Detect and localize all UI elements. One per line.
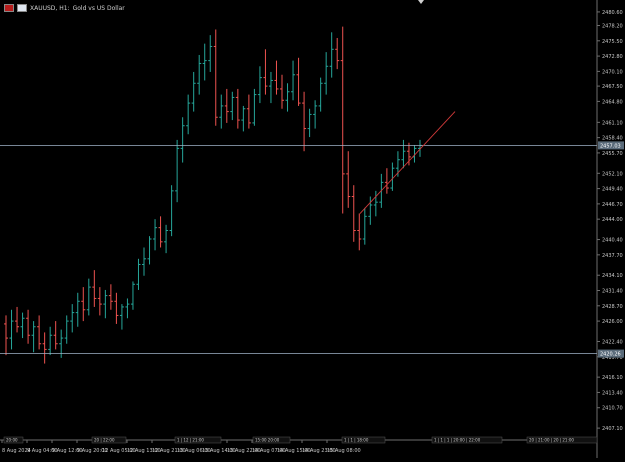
price-tick-label: 2461.10: [602, 120, 623, 126]
price-tick-label: 2475.50: [602, 39, 623, 45]
price-tick-label: 2444.00: [602, 217, 623, 223]
period-marker-label: 1 | 12 | 21:00: [177, 438, 204, 443]
price-tick-label: 2440.40: [602, 238, 623, 244]
time-tick-label: 15 Aug 08:00: [327, 448, 361, 454]
price-tick-label: 2467.50: [602, 84, 623, 90]
price-tick-label: 2428.70: [602, 304, 623, 310]
horizontal-line-label: 2420.26: [600, 352, 621, 358]
price-chart[interactable]: 2480.60 2478.20 2475.50 2472.80 2470.10 2467.…: [0, 0, 625, 458]
price-tick-label: 2416.10: [602, 375, 623, 381]
currency-flag-icon: [17, 4, 27, 12]
price-tick-label: 2455.70: [602, 151, 623, 157]
period-marker-label: 15:00 20:00: [255, 438, 280, 443]
price-tick-label: 2437.70: [602, 253, 623, 259]
price-tick-label: 2431.40: [602, 289, 623, 295]
symbol-description: Gold vs US Dollar: [72, 4, 125, 12]
price-tick-label: 2452.10: [602, 171, 623, 177]
period-marker-label: 1 | 1 | 18:00: [344, 438, 369, 443]
price-tick-label: 2407.10: [602, 426, 623, 432]
price-tick-label: 2410.70: [602, 406, 623, 412]
period-marker-label: 20 | 21:00 | 20 | 21:00: [529, 438, 574, 443]
price-tick-label: 2472.80: [602, 54, 623, 60]
price-tick-label: 2422.40: [602, 339, 623, 345]
chart-shift-marker-icon[interactable]: [418, 0, 424, 4]
price-tick-label: 2470.10: [602, 69, 623, 75]
price-tick-label: 2478.20: [602, 24, 623, 30]
symbol-label: XAUUSD, H1:: [30, 4, 70, 12]
current-price-label: 2457.03: [600, 143, 621, 149]
chart-window[interactable]: 2480.60 2478.20 2475.50 2472.80 2470.10 2467.…: [0, 0, 625, 458]
price-tick-label: 2426.00: [602, 319, 623, 325]
period-marker-label: 20 | 22:00: [94, 438, 115, 443]
symbol-flag-icon: [4, 4, 14, 12]
period-marker-label: 1 | 1 | 1 | 20:00 | 22:00: [434, 438, 481, 443]
price-tick-label: 2458.40: [602, 136, 623, 142]
price-tick-label: 2446.70: [602, 202, 623, 208]
price-tick-label: 2464.80: [602, 99, 623, 105]
period-marker-label: 20:00: [6, 438, 18, 443]
price-tick-label: 2449.40: [602, 187, 623, 193]
price-tick-label: 2434.10: [602, 273, 623, 279]
price-tick-label: 2480.60: [602, 10, 623, 16]
price-tick-label: 2413.40: [602, 390, 623, 396]
chart-header: XAUUSD, H1: Gold vs US Dollar: [4, 3, 125, 13]
trendline[interactable]: [359, 111, 456, 214]
